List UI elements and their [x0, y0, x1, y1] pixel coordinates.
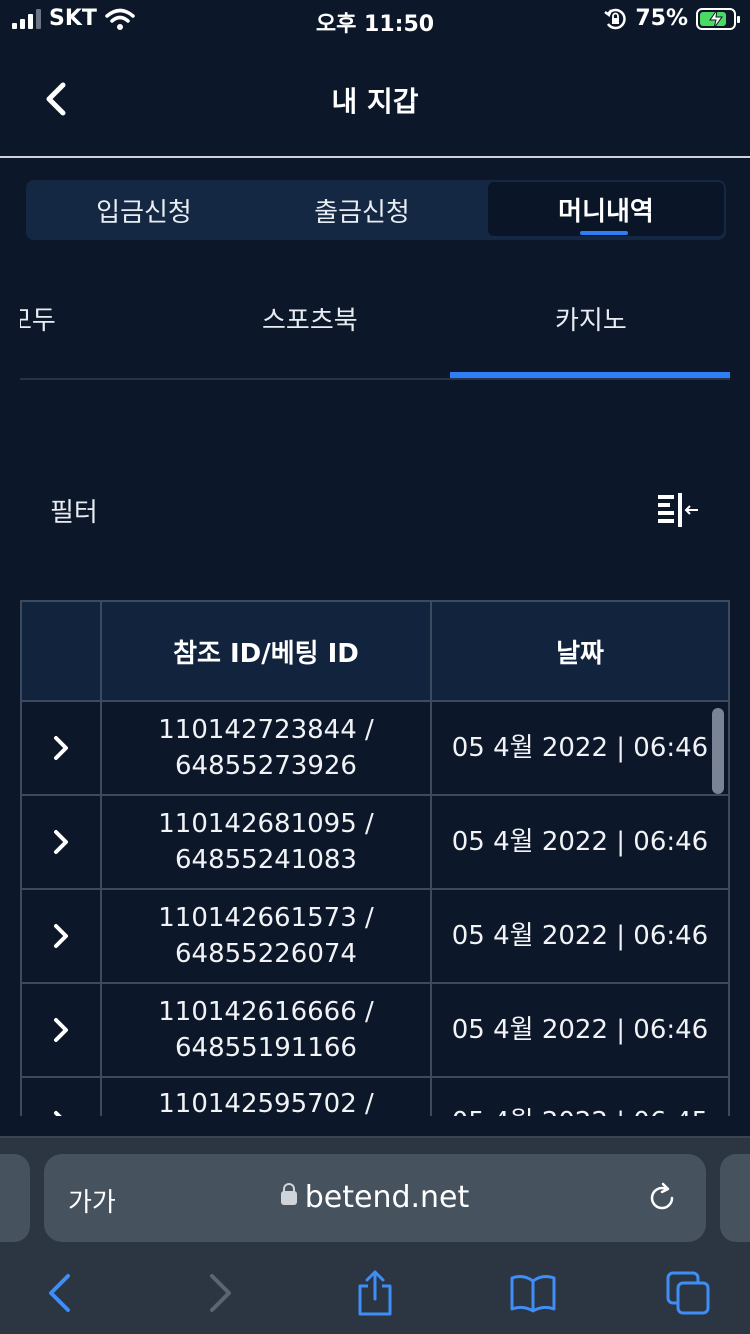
tab-all[interactable]: 모두 — [20, 300, 56, 337]
wallet-segment-tabs: 입금신청 출금신청 머니내역 — [26, 180, 726, 240]
row-date: 05 4월 2022 | 06:46 — [451, 921, 709, 951]
tab-sportsbook[interactable]: 스포츠북 — [262, 300, 358, 337]
bookmarks-button[interactable] — [508, 1268, 558, 1318]
header-expand — [22, 602, 102, 700]
browser-forward-button[interactable] — [196, 1268, 246, 1318]
filter-row: 필터 — [50, 492, 700, 532]
header-ref-bet-id: 참조 ID/베팅 ID — [102, 602, 432, 700]
row-ids: 110142661573 / 64855226074 — [102, 890, 432, 982]
chevron-left-icon — [49, 1274, 70, 1312]
row-ids: 110142595702 / — [102, 1078, 432, 1116]
bet-id: 64855273926 — [175, 751, 357, 781]
active-tab-underline — [580, 231, 628, 235]
row-date: 05 4월 2022 | 06:46 — [451, 733, 709, 763]
app-header: 내 지갑 — [0, 40, 750, 158]
tab-withdraw-request[interactable]: 출금신청 — [244, 180, 480, 240]
row-expand-button[interactable] — [22, 702, 102, 794]
row-date: 05 4월 2022 | 06:46 — [451, 827, 709, 857]
browser-back-button[interactable] — [34, 1268, 84, 1318]
chevron-right-icon — [54, 924, 68, 948]
bet-id: 64855241083 — [175, 845, 357, 875]
ref-id: 110142681095 / — [158, 809, 374, 839]
battery-percent: 75% — [635, 6, 688, 31]
url-text: betend.net — [304, 1180, 470, 1215]
table-header: 참조 ID/베팅 ID 날짜 — [20, 600, 730, 702]
category-tabs: 모두 스포츠북 카지노 — [20, 290, 730, 380]
row-expand-button[interactable] — [22, 890, 102, 982]
tab-money-history[interactable]: 머니내역 — [488, 182, 724, 236]
bet-id: 64855226074 — [175, 939, 357, 969]
row-date: 05 4월 2022 | 06:46 — [451, 1015, 709, 1045]
reload-icon[interactable] — [646, 1182, 678, 1214]
status-right: 75% — [603, 6, 740, 31]
table-row[interactable]: 110142616666 / 64855191166 05 4월 2022 | … — [20, 984, 730, 1078]
table-scrollbar[interactable] — [712, 708, 724, 794]
ref-id: 110142661573 / — [158, 903, 374, 933]
tabs-icon — [666, 1271, 710, 1315]
chevron-right-icon — [54, 1111, 62, 1116]
ref-id: 110142723844 / — [158, 715, 374, 745]
previous-tab-peek[interactable] — [0, 1154, 30, 1242]
row-expand-button[interactable] — [22, 984, 102, 1076]
bet-id: 64855191166 — [175, 1033, 357, 1063]
url-display[interactable]: betend.net — [44, 1180, 706, 1215]
chevron-right-icon — [54, 830, 68, 854]
tab-casino[interactable]: 카지노 — [555, 300, 627, 337]
table-row[interactable]: 110142681095 / 64855241083 05 4월 2022 | … — [20, 796, 730, 890]
table-row[interactable]: 110142661573 / 64855226074 05 4월 2022 | … — [20, 890, 730, 984]
chevron-right-icon — [54, 736, 68, 760]
filter-label[interactable]: 필터 — [50, 492, 98, 529]
chevron-right-icon — [210, 1274, 231, 1312]
next-tab-peek[interactable] — [720, 1154, 750, 1242]
tabs-button[interactable] — [664, 1268, 714, 1318]
tab-deposit-request[interactable]: 입금신청 — [26, 180, 262, 240]
row-expand-button[interactable] — [22, 1078, 102, 1116]
book-icon — [510, 1275, 556, 1313]
chevron-right-icon — [54, 1018, 68, 1042]
header-date: 날짜 — [556, 638, 604, 669]
ref-id: 110142616666 / — [158, 997, 374, 1027]
row-ids: 110142723844 / 64855273926 — [102, 702, 432, 794]
lock-icon — [280, 1183, 297, 1205]
address-bar[interactable]: 가가 betend.net — [44, 1154, 706, 1242]
page-title: 내 지갑 — [331, 85, 419, 118]
money-history-table: 참조 ID/베팅 ID 날짜 110142723844 / 6485527392… — [20, 600, 730, 1116]
ref-id: 110142595702 / — [158, 1089, 374, 1116]
battery-charging-icon — [696, 7, 740, 30]
share-icon — [358, 1270, 392, 1316]
active-category-indicator — [450, 372, 730, 378]
orientation-lock-icon — [604, 8, 626, 29]
row-ids: 110142681095 / 64855241083 — [102, 796, 432, 888]
table-row[interactable]: 110142595702 / 05 4월 2022 | 06:45 — [20, 1078, 730, 1116]
table-row[interactable]: 110142723844 / 64855273926 05 4월 2022 | … — [20, 702, 730, 796]
row-ids: 110142616666 / 64855191166 — [102, 984, 432, 1076]
row-date: 05 4월 2022 | 06:45 — [432, 1078, 728, 1116]
status-bar: SKT 오후 11:50 75% — [0, 0, 750, 40]
browser-toolbar: 가가 betend.net — [0, 1136, 750, 1334]
filter-collapse-icon[interactable] — [656, 492, 700, 528]
row-expand-button[interactable] — [22, 796, 102, 888]
share-button[interactable] — [350, 1268, 400, 1318]
